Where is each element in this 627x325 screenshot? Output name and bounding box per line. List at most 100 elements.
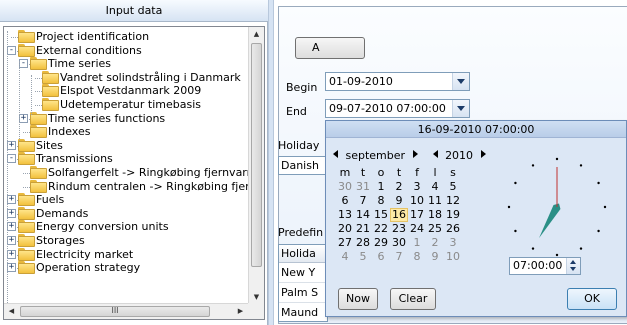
table-row[interactable]: New Y	[279, 263, 327, 283]
calendar-day[interactable]: 26	[444, 222, 462, 236]
calendar-day[interactable]: 11	[426, 194, 444, 208]
tree-item[interactable]: Demands	[18, 206, 88, 221]
predefined-holidays-table[interactable]: Holida New Y Palm S Maund	[278, 244, 328, 322]
begin-dropdown-arrow-icon[interactable]	[452, 73, 469, 90]
calendar-day[interactable]: 17	[408, 208, 426, 222]
clear-button[interactable]: Clear	[390, 288, 436, 310]
calendar-day[interactable]: 10	[444, 250, 462, 264]
tree-item[interactable]: Time series	[30, 57, 111, 71]
ok-button[interactable]: OK	[567, 288, 617, 310]
tree-item[interactable]: Energy conversion units	[18, 220, 169, 234]
calendar-day[interactable]: 2	[390, 180, 408, 194]
tree-item[interactable]: Rindum centralen -> Ringkøbing fjen	[30, 179, 252, 194]
tree-item[interactable]: Udetemperatur timebasis	[42, 98, 201, 112]
calendar-day[interactable]: 23	[390, 222, 408, 236]
calendar-day[interactable]: 27	[336, 236, 354, 250]
end-dropdown-arrow-icon[interactable]	[452, 100, 469, 117]
analog-clock[interactable]	[501, 151, 613, 263]
expand-plus-icon[interactable]: +	[7, 249, 16, 259]
calendar-day[interactable]: 19	[444, 208, 462, 222]
calendar-day[interactable]: 28	[354, 236, 372, 250]
spin-up-arrow-icon[interactable]	[570, 260, 576, 264]
expand-plus-icon[interactable]: +	[19, 113, 28, 123]
tree-item[interactable]: Fuels	[18, 193, 64, 207]
calendar-day[interactable]: 4	[336, 250, 354, 264]
expand-plus-icon[interactable]: +	[7, 222, 16, 232]
input-data-tree[interactable]: Project identification - External conditio…	[3, 26, 265, 320]
calendar-day[interactable]: 10	[408, 194, 426, 208]
holiday-calendar-field[interactable]: Danish	[278, 156, 326, 175]
calendar-day[interactable]: 13	[336, 208, 354, 222]
table-row[interactable]: Palm S	[279, 283, 327, 303]
horizontal-scroll-thumb[interactable]: III	[20, 306, 210, 317]
expand-plus-icon[interactable]: +	[7, 140, 16, 150]
calendar-day[interactable]: 14	[354, 208, 372, 222]
next-year-arrow-icon[interactable]	[480, 150, 486, 158]
tree-item[interactable]: Transmissions	[18, 152, 113, 166]
tree-item[interactable]: External conditions	[18, 43, 142, 58]
calendar-day[interactable]: 9	[390, 194, 408, 208]
a-button[interactable]: A	[295, 37, 365, 59]
expand-plus-icon[interactable]: +	[7, 236, 16, 245]
table-header-holiday[interactable]: Holida	[279, 245, 327, 263]
time-spin-buttons[interactable]	[566, 258, 580, 274]
tree-horizontal-scrollbar[interactable]: ◀ III ▶	[4, 303, 248, 319]
tree-item[interactable]: Time series functions	[30, 111, 165, 126]
calendar-day[interactable]: 3	[444, 236, 462, 250]
calendar-day[interactable]: 7	[390, 250, 408, 264]
expand-plus-icon[interactable]: +	[7, 195, 16, 205]
collapse-minus-icon[interactable]: -	[7, 154, 16, 164]
year-value[interactable]: 2010	[445, 149, 473, 162]
begin-date-combo[interactable]: 01-09-2010	[325, 72, 470, 91]
tree-item[interactable]: Vandret solindstråling i Danmark	[42, 70, 241, 85]
scroll-right-arrow-icon[interactable]: ▶	[233, 304, 248, 319]
calendar-day[interactable]: 8	[408, 250, 426, 264]
tree-vertical-scrollbar[interactable]: ▲ ▼	[248, 27, 264, 305]
collapse-minus-icon[interactable]: -	[7, 45, 16, 55]
calendar-day[interactable]: 9	[426, 250, 444, 264]
calendar-day[interactable]: 7	[354, 194, 372, 208]
table-row[interactable]: Maund	[279, 303, 327, 321]
tree-item[interactable]: Sites	[18, 138, 63, 153]
tree-item[interactable]: Storages	[18, 234, 85, 248]
calendar-day[interactable]: 5	[354, 250, 372, 264]
calendar-day[interactable]: 15	[372, 208, 390, 222]
calendar-day[interactable]: 21	[354, 222, 372, 236]
expand-plus-icon[interactable]: +	[7, 208, 16, 218]
calendar-day[interactable]: 5	[444, 180, 462, 194]
calendar-day[interactable]: 24	[408, 222, 426, 236]
scroll-up-arrow-icon[interactable]: ▲	[249, 27, 264, 42]
spin-down-arrow-icon[interactable]	[570, 267, 576, 271]
tree-item[interactable]: Electricity market	[18, 247, 133, 262]
collapse-minus-icon[interactable]: -	[19, 59, 28, 69]
calendar-day[interactable]: 6	[336, 194, 354, 208]
calendar-day[interactable]: 29	[372, 236, 390, 250]
expand-plus-icon[interactable]: +	[7, 263, 16, 273]
end-date-combo[interactable]: 09-07-2010 07:00:00	[325, 99, 470, 118]
tree-item[interactable]: Operation strategy	[18, 261, 140, 275]
tree-item[interactable]: Project identification	[18, 30, 149, 44]
tree-item[interactable]: Elspot Vestdanmark 2009	[42, 84, 201, 98]
prev-month-arrow-icon[interactable]	[333, 150, 338, 158]
panel-splitter[interactable]	[268, 0, 274, 325]
calendar-day[interactable]: 22	[372, 222, 390, 236]
calendar-day[interactable]: 8	[372, 194, 390, 208]
calendar-day[interactable]: 1	[372, 180, 390, 194]
calendar-day[interactable]: 25	[426, 222, 444, 236]
calendar-day[interactable]: 31	[354, 180, 372, 194]
calendar-day[interactable]: 2	[426, 236, 444, 250]
prev-year-arrow-icon[interactable]	[432, 150, 438, 158]
calendar-day[interactable]: 4	[426, 180, 444, 194]
calendar-day[interactable]: 12	[444, 194, 462, 208]
calendar-day-selected[interactable]: 16	[390, 208, 408, 222]
calendar-day[interactable]: 6	[372, 250, 390, 264]
tree-item[interactable]: Indexes	[30, 125, 90, 139]
calendar-day[interactable]: 30	[390, 236, 408, 250]
calendar-day[interactable]: 1	[408, 236, 426, 250]
time-spinner[interactable]: 07:00:00	[509, 257, 581, 275]
tree-item[interactable]: Solfangerfelt -> Ringkøbing fjernvarm	[30, 166, 257, 180]
now-button[interactable]: Now	[338, 288, 378, 310]
vertical-scroll-thumb[interactable]	[251, 43, 262, 267]
scroll-left-arrow-icon[interactable]: ◀	[4, 304, 19, 319]
calendar-day[interactable]: 3	[408, 180, 426, 194]
